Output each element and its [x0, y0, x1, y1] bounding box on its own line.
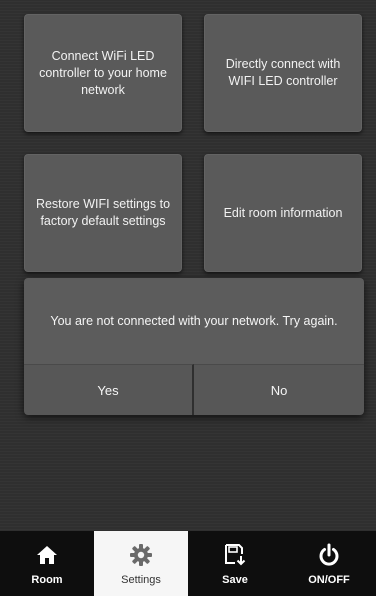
yes-button[interactable]: Yes — [24, 364, 194, 415]
save-icon — [222, 542, 248, 568]
direct-connect-button[interactable]: Directly connect with WIFI LED controlle… — [204, 14, 362, 132]
edit-room-information-button[interactable]: Edit room information — [204, 154, 362, 272]
tab-on-off[interactable]: ON/OFF — [282, 531, 376, 596]
tab-room-label: Room — [31, 573, 63, 586]
home-icon — [34, 542, 60, 568]
no-button-label: No — [270, 382, 288, 398]
tab-save[interactable]: Save — [188, 531, 282, 596]
edit-room-information-label: Edit room information — [223, 205, 343, 220]
power-icon — [316, 542, 342, 568]
tab-on-off-label: ON/OFF — [308, 573, 350, 586]
connection-error-dialog: You are not connected with your network.… — [24, 278, 364, 415]
tab-save-label: Save — [222, 573, 248, 586]
tab-room[interactable]: Room — [0, 531, 94, 596]
tab-settings-label: Settings — [121, 573, 161, 586]
restore-factory-settings-label: Restore WIFI settings to factory default… — [35, 197, 171, 228]
direct-connect-label: Directly connect with WIFI LED controlle… — [225, 57, 341, 88]
gear-icon — [128, 542, 154, 568]
restore-factory-settings-button[interactable]: Restore WIFI settings to factory default… — [24, 154, 182, 272]
dialog-message: You are not connected with your network.… — [50, 314, 338, 328]
yes-button-label: Yes — [97, 382, 119, 398]
connect-to-home-network-label: Connect WiFi LED controller to your home… — [39, 48, 167, 97]
bottom-tab-bar: Room Settings Save ON/OFF — [0, 531, 376, 596]
tab-settings[interactable]: Settings — [94, 531, 188, 596]
connect-to-home-network-button[interactable]: Connect WiFi LED controller to your home… — [24, 14, 182, 132]
no-button[interactable]: No — [194, 364, 364, 415]
